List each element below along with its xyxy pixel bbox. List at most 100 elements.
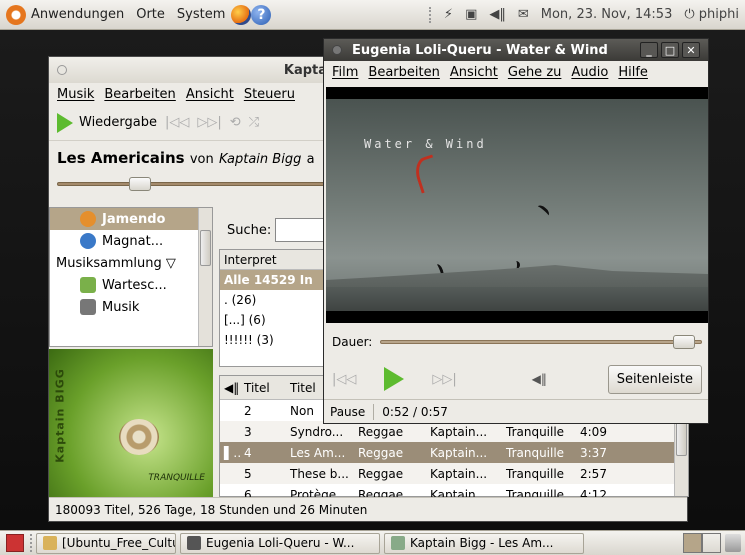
menu-steuerung[interactable]: Steueru (244, 87, 295, 102)
panel-separator (30, 534, 32, 552)
video-frame: Water & Wind (326, 99, 708, 311)
next-icon[interactable]: ▷▷| (197, 115, 221, 130)
totem-titlebar[interactable]: Eugenia Loli-Queru - Water & Wind _ □ ✕ (324, 39, 708, 61)
track-time: 4:09 (580, 424, 607, 439)
user-name: phiphi (698, 7, 739, 22)
battery-icon[interactable]: ▣ (465, 7, 477, 22)
rhythmbox-seek-slider[interactable] (57, 177, 347, 191)
show-desktop-icon[interactable] (6, 534, 24, 552)
track-title: These b... (290, 466, 349, 481)
totem-statusbar: Pause 0:52 / 0:57 (324, 399, 708, 423)
menu-hilfe[interactable]: Hilfe (618, 65, 648, 80)
scroll-thumb[interactable] (200, 230, 211, 266)
source-warteschlange[interactable]: Wartesc... (50, 274, 212, 296)
volume-icon[interactable]: ◀‖ (489, 7, 506, 22)
source-magnatune[interactable]: Magnat... (50, 230, 212, 252)
minimize-icon[interactable]: _ (640, 42, 658, 58)
trash-icon[interactable] (725, 534, 741, 552)
shuffle-icon[interactable]: ⤮ (249, 115, 259, 130)
track-album: Tranquille (506, 424, 565, 439)
system-menu[interactable]: System (171, 7, 231, 22)
seek-handle[interactable] (673, 335, 695, 349)
next-icon[interactable]: ▷▷| (432, 372, 456, 387)
play-button[interactable]: Wiedergabe (57, 112, 157, 133)
menu-film[interactable]: Film (332, 65, 358, 80)
close-icon[interactable]: ✕ (682, 42, 700, 58)
previous-icon[interactable]: |◁◁ (165, 115, 189, 130)
totem-seek-slider[interactable] (380, 335, 702, 349)
video-caption: Water & Wind (364, 137, 487, 151)
video-area[interactable]: Water & Wind (326, 87, 708, 323)
menu-musik[interactable]: Musik (57, 87, 94, 102)
seek-handle[interactable] (129, 177, 151, 191)
network-icon[interactable]: ⚡ (444, 7, 453, 22)
album-art-text: Kaptain BIGG (53, 368, 67, 463)
volume-icon[interactable]: ◀‖ (532, 372, 547, 386)
folder-icon (43, 536, 57, 550)
search-label: Suche: (227, 223, 272, 238)
workspace-switcher[interactable] (683, 533, 721, 553)
duration-row: Dauer: (332, 335, 702, 349)
previous-icon[interactable]: |◁◁ (332, 372, 356, 387)
source-label: Wartesc... (102, 277, 167, 293)
menu-ansicht[interactable]: Ansicht (186, 87, 234, 102)
seek-track (57, 182, 347, 186)
snail-image (119, 419, 159, 455)
source-jamendo[interactable]: Jamendo (50, 208, 212, 230)
workspace-1[interactable] (683, 533, 702, 553)
notification-area: ⚡ ▣ ◀‖ ✉ Mon, 23. Nov, 14:53 ⏻ phiphi (428, 6, 745, 23)
menu-gehe-zu[interactable]: Gehe zu (508, 65, 562, 80)
duration-label: Dauer: (332, 335, 373, 349)
task-ubuntu-free-culture[interactable]: [Ubuntu_Free_Culture... (36, 532, 176, 554)
red-kite (411, 154, 443, 194)
rhythmbox-statusbar: 180093 Titel, 526 Tage, 18 Stunden und 2… (49, 497, 687, 521)
von-label: von (189, 152, 214, 167)
play-icon[interactable] (384, 367, 405, 391)
source-scrollbar[interactable] (198, 208, 212, 346)
task-label: [Ubuntu_Free_Culture... (62, 536, 175, 550)
mail-icon[interactable]: ✉ (518, 7, 529, 22)
task-rhythmbox[interactable]: Kaptain Bigg - Les Am... (384, 532, 584, 554)
applications-menu[interactable]: Anwendungen (0, 4, 130, 25)
track-number: 3 (244, 424, 252, 439)
play-icon (57, 112, 73, 133)
repeat-icon[interactable]: ⟲ (230, 115, 241, 130)
firefox-icon[interactable] (231, 4, 252, 25)
scroll-thumb[interactable] (676, 422, 687, 456)
task-label: Eugenia Loli-Queru - W... (206, 536, 355, 550)
table-row[interactable]: 5 These b... Reggae Kaptain... Tranquill… (220, 463, 688, 484)
places-menu[interactable]: Orte (130, 7, 171, 22)
window-menu-icon[interactable] (332, 45, 342, 55)
table-row[interactable]: ▌▌ 4 Les Am... Reggae Kaptain... Tranqui… (220, 442, 688, 463)
source-musiksammlung[interactable]: Musiksammlung ▽ (50, 252, 212, 274)
user-switcher[interactable]: ⏻ phiphi (684, 7, 739, 22)
source-label: Jamendo (102, 211, 166, 227)
panel-separator (428, 6, 432, 23)
menu-audio[interactable]: Audio (571, 65, 608, 80)
window-menu-icon[interactable] (57, 65, 67, 75)
clock[interactable]: Mon, 23. Nov, 14:53 (541, 7, 673, 22)
task-totem[interactable]: Eugenia Loli-Queru - W... (180, 532, 380, 554)
workspace-2[interactable] (702, 533, 721, 553)
menu-bearbeiten[interactable]: Bearbeiten (368, 65, 439, 80)
table-row[interactable]: 3 Syndro... Reggae Kaptain... Tranquille… (220, 421, 688, 442)
source-musik[interactable]: Musik (50, 296, 212, 318)
menu-ansicht[interactable]: Ansicht (450, 65, 498, 80)
track-number: 2 (244, 403, 252, 418)
column-header[interactable]: Titel (240, 381, 286, 395)
film-icon (187, 536, 201, 550)
menu-bearbeiten[interactable]: Bearbeiten (104, 87, 175, 102)
task-label: Kaptain Bigg - Les Am... (410, 536, 554, 550)
volume-column-icon[interactable]: ◀‖ (220, 381, 240, 395)
track-artist: Kaptain... (430, 445, 488, 460)
kite (535, 203, 551, 219)
source-list: Jamendo Magnat... Musiksammlung ▽ Wartes… (49, 207, 213, 347)
maximize-icon[interactable]: □ (661, 42, 679, 58)
track-genre: Reggae (358, 466, 404, 481)
playback-time: 0:52 / 0:57 (382, 404, 448, 419)
magnatune-icon (80, 233, 96, 249)
sidebar-button[interactable]: Seitenleiste (607, 364, 702, 394)
track-artist: Kaptain... (430, 424, 488, 439)
track-album: Tranquille (506, 445, 565, 460)
help-icon[interactable]: ? (251, 4, 272, 25)
